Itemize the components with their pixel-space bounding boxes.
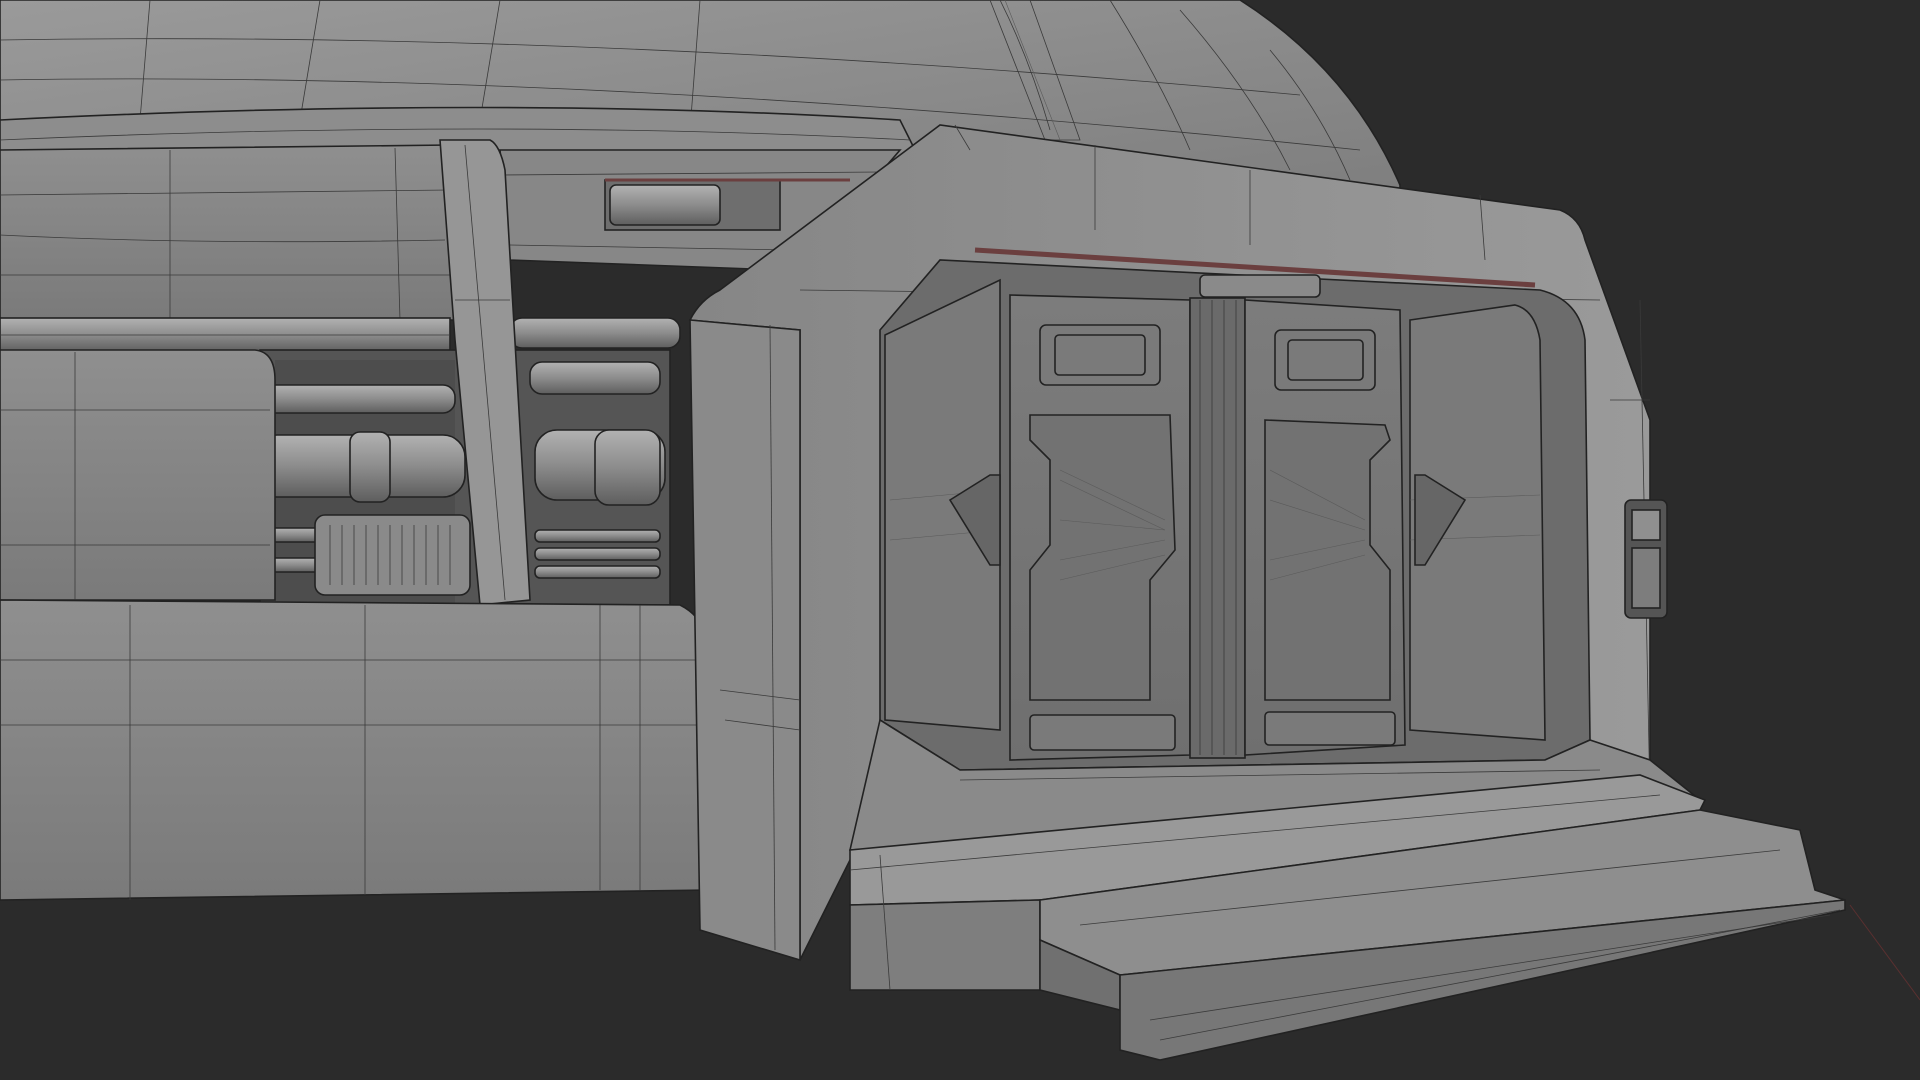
left-wall-upper <box>0 144 461 321</box>
lower-base <box>0 599 711 901</box>
grid-axis-line <box>1849 904 1920 1001</box>
wireframe-scene <box>0 0 1920 1061</box>
left-block <box>0 349 276 601</box>
3d-viewport[interactable] <box>0 0 1920 1080</box>
control-panel <box>1624 499 1668 619</box>
door-center-seam <box>1189 297 1246 759</box>
pipe-rail <box>0 317 451 353</box>
door-leaf-left <box>1009 294 1191 761</box>
door-leaf-right <box>1244 299 1406 756</box>
